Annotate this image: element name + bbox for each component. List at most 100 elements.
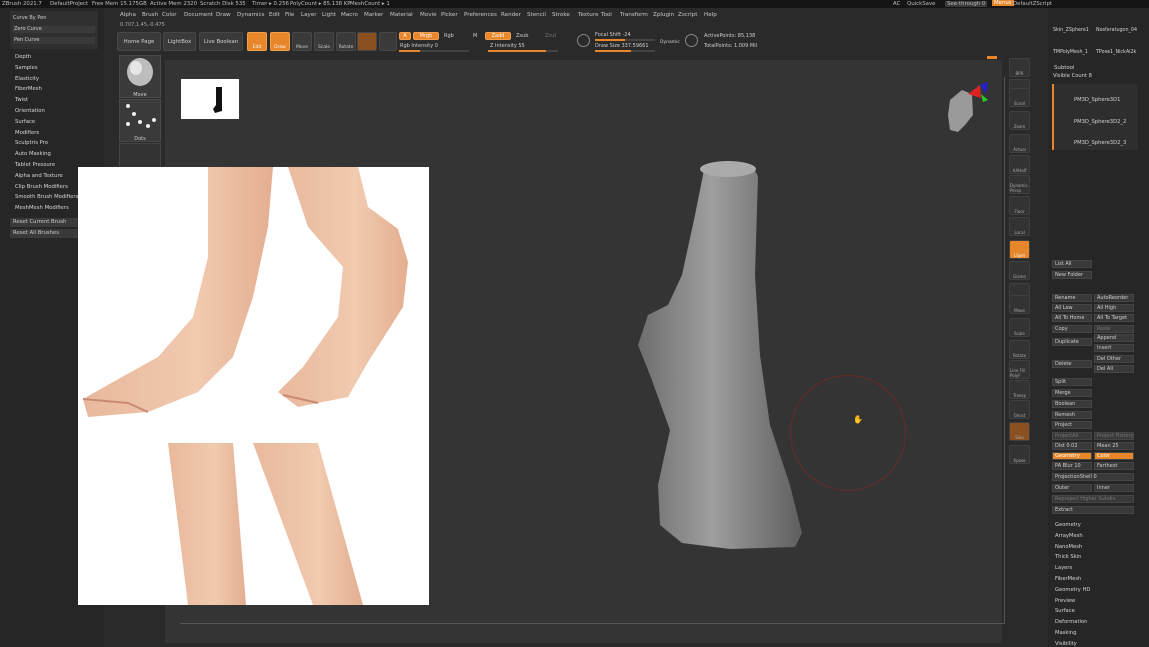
menu-picker[interactable]: Picker (441, 12, 458, 18)
rgb-toggle[interactable]: Rgb (444, 33, 454, 39)
left-menu-item[interactable]: FiberMesh (15, 86, 42, 92)
project-name[interactable]: DefaultProject (50, 1, 88, 7)
remesh-button[interactable]: Remesh (1052, 411, 1092, 419)
menu-movie[interactable]: Movie (420, 12, 437, 18)
brush-dots-slot[interactable]: Dots (119, 99, 161, 142)
menu-alpha[interactable]: Alpha (120, 12, 136, 18)
menu-color[interactable]: Color (162, 12, 177, 18)
project-button[interactable]: Project (1052, 421, 1092, 429)
zcut-toggle[interactable]: Zcut (545, 33, 556, 39)
view-bpr[interactable]: BPR (1009, 58, 1030, 77)
section-geometry[interactable]: Geometry (1055, 522, 1081, 528)
outer-button[interactable]: Outer (1052, 484, 1092, 492)
tool-tpose[interactable]: TPose1_NickAi2k (1096, 50, 1136, 55)
focal-shift-slider[interactable]: Focal Shift -24 (595, 32, 631, 38)
move-button[interactable]: Move (292, 32, 312, 51)
left-menu-item[interactable]: Twist (15, 97, 28, 103)
subtool-item-2[interactable]: PM3D_Sphere3D2_2 (1074, 119, 1126, 125)
color-button[interactable]: Color (1094, 452, 1134, 460)
left-menu-item[interactable]: Alpha and Texture (15, 173, 63, 179)
a-toggle[interactable]: A (399, 32, 411, 40)
menu-material[interactable]: Material (390, 12, 413, 18)
left-menu-item[interactable]: Surface (15, 119, 35, 125)
tool-nosferatu[interactable]: Nosferatugon_04 (1096, 28, 1137, 33)
duplicate-button[interactable]: Duplicate (1052, 338, 1092, 346)
project-history-button[interactable]: Project History (1094, 432, 1134, 440)
inner-button[interactable]: Inner (1094, 484, 1134, 492)
left-menu-item[interactable]: Auto Masking (15, 151, 51, 157)
section-thick-skin[interactable]: Thick Skin (1055, 554, 1081, 560)
z-intensity-slider[interactable]: Z Intensity 55 (490, 43, 525, 49)
navigator-thumbnail[interactable] (181, 79, 239, 119)
subtool-item-1[interactable]: PM3D_Sphere3D1 (1074, 97, 1120, 103)
lightbox-button[interactable]: LightBox (163, 32, 196, 51)
section-masking[interactable]: Masking (1055, 630, 1076, 636)
menu-draw[interactable]: Draw (216, 12, 231, 18)
section-surface[interactable]: Surface (1055, 608, 1075, 614)
section-nanomesh[interactable]: NanoMesh (1055, 544, 1082, 550)
rename-button[interactable]: Rename (1052, 294, 1092, 302)
left-menu-item[interactable]: Tablet Pressure (15, 162, 55, 168)
view-scale[interactable]: Scale (1009, 318, 1030, 337)
live-boolean-button[interactable]: Live Boolean (199, 32, 243, 51)
home-page-button[interactable]: Home Page (117, 32, 161, 51)
zsub-toggle[interactable]: Zsub (516, 33, 528, 39)
menu-macro[interactable]: Macro (341, 12, 358, 18)
all-high-button[interactable]: All High (1094, 304, 1134, 312)
menu-marker[interactable]: Marker (364, 12, 383, 18)
view-line-fill-polyf[interactable]: Line Fill PolyF (1009, 360, 1030, 379)
view-aahalf[interactable]: AAHalf (1009, 155, 1030, 174)
split-button[interactable]: Split (1052, 378, 1092, 386)
menu-brush[interactable]: Brush (142, 12, 158, 18)
pen-curve[interactable]: Pen Curve (13, 37, 95, 44)
section-deformation[interactable]: Deformation (1055, 619, 1087, 625)
m-toggle[interactable]: M (473, 33, 477, 39)
zero-curve[interactable]: Zero Curve (13, 26, 95, 33)
pa-blur-button[interactable]: PA Blur 10 (1052, 462, 1092, 470)
menu-document[interactable]: Document (184, 12, 213, 18)
left-menu-item[interactable]: Depth (15, 54, 31, 60)
left-menu-item[interactable]: Elasticity (15, 76, 39, 82)
projectall-button[interactable]: ProjectAll (1052, 432, 1092, 440)
view-transp[interactable]: Transp (1009, 380, 1030, 399)
script-name[interactable]: DefaultZScript (1013, 1, 1052, 7)
extract-button[interactable]: Extract (1052, 506, 1134, 514)
menu-render[interactable]: Render (501, 12, 521, 18)
s-dial-icon[interactable] (577, 34, 590, 47)
view-local[interactable]: Local (1009, 217, 1030, 236)
texture-swatch[interactable] (379, 32, 397, 51)
foot-3d-model[interactable] (620, 155, 820, 555)
subtool-header[interactable]: Subtool (1054, 65, 1074, 71)
zadd-toggle[interactable]: Zadd (485, 32, 511, 40)
dist-button[interactable]: Dist 0.02 (1052, 442, 1092, 450)
section-visibility[interactable]: Visibility (1055, 641, 1077, 647)
menu-transform[interactable]: Transform (620, 12, 648, 18)
view-actual[interactable]: Actual (1009, 134, 1030, 153)
left-menu-item[interactable]: MeshMesh Modifiers (15, 205, 69, 211)
view-floor[interactable]: Floor (1009, 196, 1030, 215)
left-menu-item[interactable]: Samples (15, 65, 38, 71)
mrgb-toggle[interactable]: Mrgb (413, 32, 439, 40)
section-arraymesh[interactable]: ArrayMesh (1055, 533, 1083, 539)
visible-count[interactable]: Visible Count 8 (1053, 73, 1092, 79)
insert-button[interactable]: Insert (1094, 344, 1134, 352)
view-gizmo[interactable]: Gizmo (1009, 261, 1030, 280)
curve-by-pen[interactable]: Curve By Pen (13, 15, 46, 21)
reset-all-brushes-button[interactable]: Reset All Brushes (10, 229, 78, 238)
view-ghost[interactable]: Ghost (1009, 400, 1030, 419)
rotate-button[interactable]: Rotate (336, 32, 356, 51)
brush-alpha-slot[interactable] (119, 143, 161, 168)
geometry-button[interactable]: Geometry (1052, 452, 1092, 460)
draw-button[interactable]: Draw (270, 32, 290, 51)
left-menu-item[interactable]: Sculptris Pro (15, 140, 48, 146)
section-fibermesh[interactable]: FiberMesh (1055, 576, 1081, 582)
mean-button[interactable]: Mean 25 (1094, 442, 1134, 450)
menu-light[interactable]: Light (322, 12, 336, 18)
menu-preferences[interactable]: Preferences (464, 12, 497, 18)
draw-size-slider[interactable]: Draw Size 337.59661 (595, 43, 649, 49)
section-geometry-hd[interactable]: Geometry HD (1055, 587, 1090, 593)
menu-help[interactable]: Help (704, 12, 717, 18)
rgb-intensity-slider[interactable]: Rgb Intensity 0 (400, 43, 438, 49)
left-menu-item[interactable]: Clip Brush Modifiers (15, 184, 68, 190)
menu-layer[interactable]: Layer (301, 12, 317, 18)
